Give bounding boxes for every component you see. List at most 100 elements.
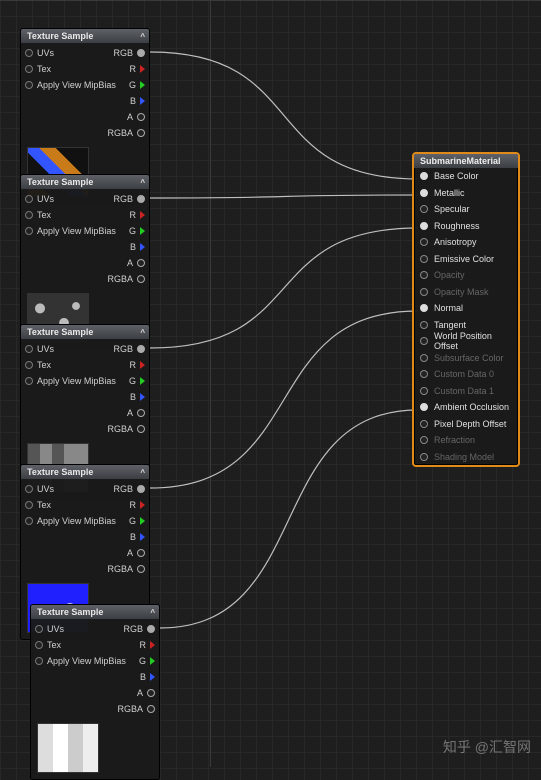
result-pin-row[interactable]: Subsurface Color [414, 350, 518, 367]
texture-preview[interactable] [37, 723, 99, 773]
output-pin-b[interactable] [140, 243, 145, 251]
wire[interactable] [150, 228, 418, 348]
node-header[interactable]: Texture Sample ^ [31, 605, 159, 619]
result-pin-row[interactable]: Custom Data 0 [414, 366, 518, 383]
output-pin-r[interactable] [140, 211, 145, 219]
result-input-pin[interactable] [420, 288, 428, 296]
result-input-pin[interactable] [420, 337, 428, 345]
collapse-icon[interactable]: ^ [140, 468, 145, 477]
output-pin-rgba[interactable] [137, 275, 145, 283]
result-pin-row[interactable]: Roughness [414, 218, 518, 235]
result-input-pin[interactable] [420, 354, 428, 362]
output-pin-r[interactable] [150, 641, 155, 649]
output-pin-g[interactable] [140, 81, 145, 89]
output-pin-rgb[interactable] [137, 49, 145, 57]
result-input-pin[interactable] [420, 172, 428, 180]
result-pin-row[interactable]: Refraction [414, 432, 518, 449]
input-pin-tex[interactable] [25, 65, 33, 73]
result-input-pin[interactable] [420, 304, 428, 312]
output-pin-a[interactable] [137, 259, 145, 267]
texture-sample-node[interactable]: Texture Sample ^ UVs RGB Tex R Apply Vie… [30, 604, 160, 780]
output-pin-g[interactable] [140, 377, 145, 385]
node-header[interactable]: Texture Sample ^ [21, 175, 149, 189]
input-pin-tex[interactable] [35, 641, 43, 649]
output-pin-a[interactable] [137, 409, 145, 417]
output-pin-a[interactable] [137, 113, 145, 121]
result-input-pin[interactable] [420, 453, 428, 461]
node-header[interactable]: Texture Sample ^ [21, 29, 149, 43]
input-pin-mip[interactable] [25, 227, 33, 235]
result-pin-row[interactable]: Normal [414, 300, 518, 317]
collapse-icon[interactable]: ^ [140, 32, 145, 41]
result-pin-row[interactable]: Emissive Color [414, 251, 518, 268]
material-result-node[interactable]: SubmarineMaterial Base Color Metallic Sp… [412, 152, 520, 467]
result-input-pin[interactable] [420, 420, 428, 428]
result-input-pin[interactable] [420, 370, 428, 378]
input-pin-tex[interactable] [25, 501, 33, 509]
result-pin-row[interactable]: World Position Offset [414, 333, 518, 350]
result-input-pin[interactable] [420, 387, 428, 395]
input-pin-tex[interactable] [25, 361, 33, 369]
result-input-pin[interactable] [420, 222, 428, 230]
wire[interactable] [150, 311, 418, 488]
output-pin-g[interactable] [140, 517, 145, 525]
input-pin-uvs[interactable] [35, 625, 43, 633]
input-pin-mip[interactable] [25, 377, 33, 385]
output-pin-r[interactable] [140, 65, 145, 73]
output-pin-b[interactable] [140, 97, 145, 105]
result-pin-row[interactable]: Metallic [414, 185, 518, 202]
input-pin-uvs[interactable] [25, 345, 33, 353]
result-pin-row[interactable]: Custom Data 1 [414, 383, 518, 400]
result-pin-row[interactable]: Base Color [414, 168, 518, 185]
input-pin-mip[interactable] [25, 517, 33, 525]
input-pin-uvs[interactable] [25, 49, 33, 57]
result-input-pin[interactable] [420, 403, 428, 411]
output-pin-rgb[interactable] [137, 485, 145, 493]
collapse-icon[interactable]: ^ [140, 178, 145, 187]
output-pin-b[interactable] [140, 533, 145, 541]
output-pin-rgb[interactable] [137, 345, 145, 353]
result-input-pin[interactable] [420, 321, 428, 329]
collapse-icon[interactable]: ^ [150, 608, 155, 617]
result-input-pin[interactable] [420, 436, 428, 444]
grid-axis-vertical [210, 0, 211, 767]
result-pin-row[interactable]: Ambient Occlusion [414, 399, 518, 416]
wire[interactable] [150, 52, 418, 179]
result-pin-row[interactable]: Anisotropy [414, 234, 518, 251]
input-pin-uvs[interactable] [25, 485, 33, 493]
output-pin-g[interactable] [150, 657, 155, 665]
result-pin-row[interactable]: Shading Model [414, 449, 518, 466]
result-pin-row[interactable]: Opacity [414, 267, 518, 284]
output-pin-rgb[interactable] [137, 195, 145, 203]
input-pin-tex[interactable] [25, 211, 33, 219]
output-pin-b[interactable] [150, 673, 155, 681]
result-pin-row[interactable]: Specular [414, 201, 518, 218]
result-input-pin[interactable] [420, 189, 428, 197]
result-input-pin[interactable] [420, 255, 428, 263]
input-pin-uvs[interactable] [25, 195, 33, 203]
output-pin-rgba[interactable] [147, 705, 155, 713]
input-pin-mip[interactable] [35, 657, 43, 665]
output-pin-r[interactable] [140, 361, 145, 369]
output-pin-a[interactable] [147, 689, 155, 697]
result-node-title[interactable]: SubmarineMaterial [414, 154, 518, 168]
collapse-icon[interactable]: ^ [140, 328, 145, 337]
result-input-pin[interactable] [420, 238, 428, 246]
output-pin-g[interactable] [140, 227, 145, 235]
result-input-pin[interactable] [420, 271, 428, 279]
output-pin-rgba[interactable] [137, 565, 145, 573]
result-pin-row[interactable]: Pixel Depth Offset [414, 416, 518, 433]
wire[interactable] [150, 195, 418, 198]
result-input-pin[interactable] [420, 205, 428, 213]
output-pin-rgba[interactable] [137, 425, 145, 433]
result-pin-row[interactable]: Opacity Mask [414, 284, 518, 301]
input-pin-mip[interactable] [25, 81, 33, 89]
output-pin-r[interactable] [140, 501, 145, 509]
output-pin-rgba[interactable] [137, 129, 145, 137]
output-pin-a[interactable] [137, 549, 145, 557]
output-pin-rgb[interactable] [147, 625, 155, 633]
node-header[interactable]: Texture Sample ^ [21, 465, 149, 479]
wire[interactable] [160, 410, 418, 628]
output-pin-b[interactable] [140, 393, 145, 401]
node-header[interactable]: Texture Sample ^ [21, 325, 149, 339]
